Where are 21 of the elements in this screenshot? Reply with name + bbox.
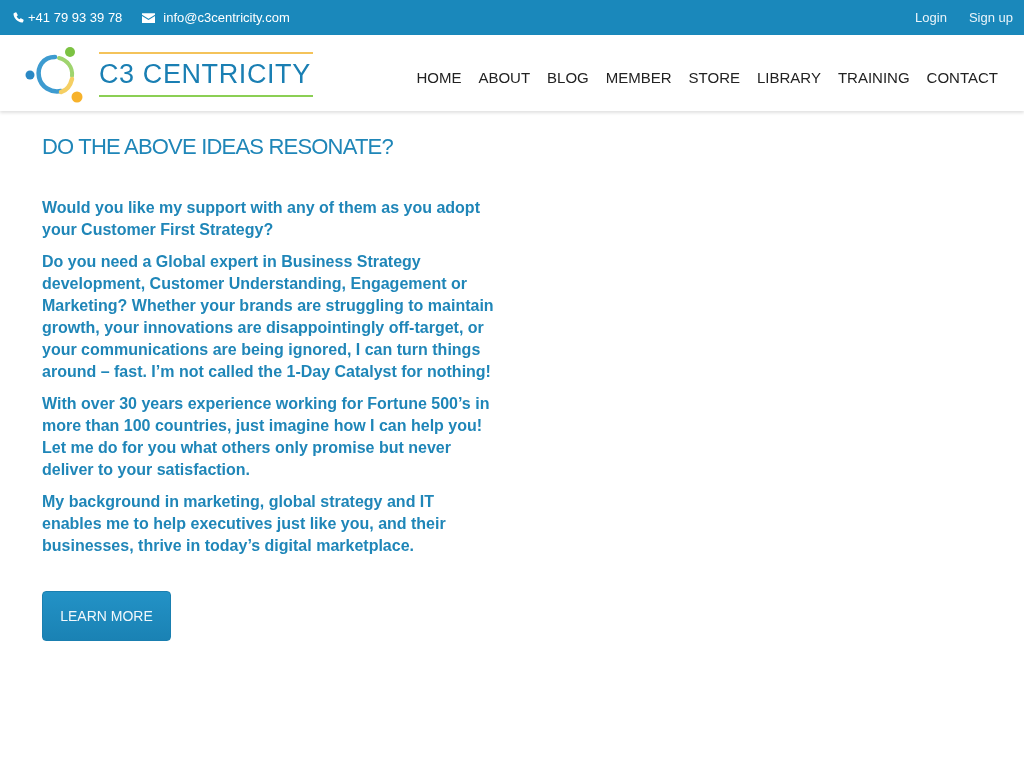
- learn-more-button[interactable]: LEARN MORE: [42, 591, 171, 642]
- email-link[interactable]: info@c3centricity.com: [163, 7, 290, 28]
- phone-icon: [13, 12, 24, 23]
- nav-link[interactable]: LIBRARY: [757, 66, 821, 90]
- logo-text[interactable]: C3 CENTRICITY: [99, 51, 313, 97]
- body-paragraph: With over 30 years experience working for Fortune 500’s in more than 100 countries, just imagine how I can help you! Let me do for you what others only promise but never deliver to your satisfaction.: [42, 394, 491, 481]
- nav-link[interactable]: TRAINING: [837, 66, 910, 90]
- envelope-icon: [142, 12, 156, 23]
- nav-link[interactable]: HOME: [416, 66, 462, 90]
- nav-link[interactable]: BLOG: [547, 66, 589, 90]
- account-link[interactable]: Login: [915, 7, 947, 28]
- body-paragraph: My background in marketing, global strategy and IT enables me to help executives just like you, and their businesses, thrive in today’s digital marketplace.: [42, 492, 447, 557]
- phone-number: +41 79 93 39 78: [28, 8, 123, 27]
- nav-link[interactable]: MEMBER: [605, 66, 672, 90]
- body-paragraph: Do you need a Global expert in Business Strategy development, Customer Understanding, Engagement or Marketing? Whether your brands are struggling to maintain growth, your innovations are disappointingly off-target, or your communications are being ignored, I can turn things around – fast. I’m not called the 1-Day Catalyst for nothing!: [42, 252, 494, 383]
- nav-link[interactable]: ABOUT: [478, 66, 531, 90]
- section-heading: DO THE ABOVE IDEAS RESONATE?: [42, 134, 394, 161]
- nav-link[interactable]: CONTACT: [926, 66, 998, 90]
- nav-link[interactable]: STORE: [688, 66, 740, 90]
- body-paragraph: Would you like my support with any of them as you adopt your Customer First Strategy?: [42, 198, 481, 241]
- account-link[interactable]: Sign up: [968, 7, 1013, 28]
